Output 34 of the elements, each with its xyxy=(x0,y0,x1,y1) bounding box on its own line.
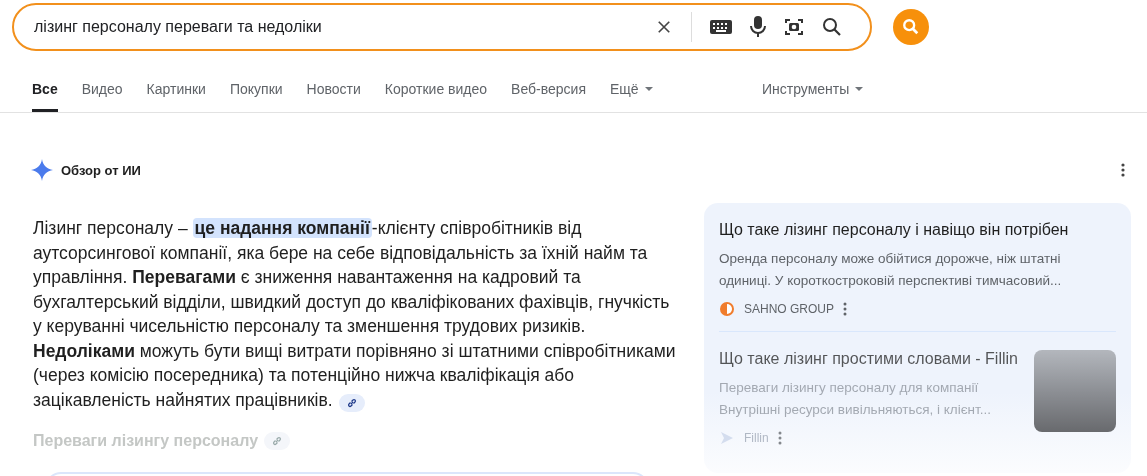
source-snippet: Переваги лізингу персоналу для компанії Внутрішні ресурси вивільняються, і клієнт... xyxy=(719,379,992,419)
site-logo-icon xyxy=(719,301,735,317)
source-snippet: Оренда персоналу може обійтися дорожче, ніж штатні одиниці. У короткостроковій перспективі тимчасовий... xyxy=(719,250,1063,290)
tools-menu[interactable]: Инструменты xyxy=(762,81,864,112)
overview-paragraph: Лізинг персоналу – це надання компанії-клієнту співробітників від аутсорсингової компанії, яка бере на себе відповідальність за їхній найм та управління. Перевагами є зниження навантаження на кадровий та бухгалтерський відділи, швидкий доступ до кваліфікованих фахівців, гнучкість у керуванні чисельністю персоналу та зменшення трудових ризиків. Недоліками можуть бути вищі витрати порівняно зі штатними співробітниками (через комісію посередника) та потенційно нижча кваліфікація або зацікавленість найнятих працівників. xyxy=(33,217,677,412)
search-field[interactable]: лізинг персоналу переваги та недоліки xyxy=(34,18,637,36)
caret-icon xyxy=(644,86,653,92)
search-tab[interactable]: Веб-версия xyxy=(511,81,586,112)
more-options-icon[interactable] xyxy=(843,302,847,316)
search-tab[interactable]: Видео xyxy=(81,81,123,112)
ai-overview-title: Обзор от ИИ xyxy=(61,162,141,178)
search-tab[interactable]: Ещё xyxy=(609,81,653,112)
more-options-icon[interactable] xyxy=(1121,163,1125,177)
microphone-icon[interactable] xyxy=(750,16,766,38)
search-icon xyxy=(902,18,920,36)
site-logo-icon xyxy=(719,430,735,446)
camera-icon[interactable] xyxy=(784,17,804,37)
search-tab[interactable]: Картинки xyxy=(146,81,206,112)
close-icon[interactable] xyxy=(655,18,673,36)
search-bar[interactable]: лізинг персоналу переваги та недоліки xyxy=(12,3,872,51)
search-tab[interactable]: Короткие видео xyxy=(384,81,488,112)
source-title[interactable]: Що таке лізинг персоналу і навіщо він потрібен xyxy=(719,219,1116,241)
search-tab[interactable]: Новости xyxy=(306,81,361,112)
search-tab[interactable]: Все xyxy=(32,81,58,112)
section-heading: Переваги лізингу персоналу xyxy=(33,432,259,450)
keyboard-icon[interactable] xyxy=(710,19,732,35)
source-site: SAHNO GROUP xyxy=(744,302,834,316)
sparkle-icon xyxy=(31,159,53,181)
caret-icon xyxy=(855,86,864,92)
source-site: Fillin xyxy=(744,431,769,445)
search-tab[interactable]: Покупки xyxy=(229,81,283,112)
source-title[interactable]: Що таке лізинг простими словами - Fillin xyxy=(719,348,1018,370)
link-icon[interactable] xyxy=(338,393,365,412)
search-icon[interactable] xyxy=(822,17,842,37)
